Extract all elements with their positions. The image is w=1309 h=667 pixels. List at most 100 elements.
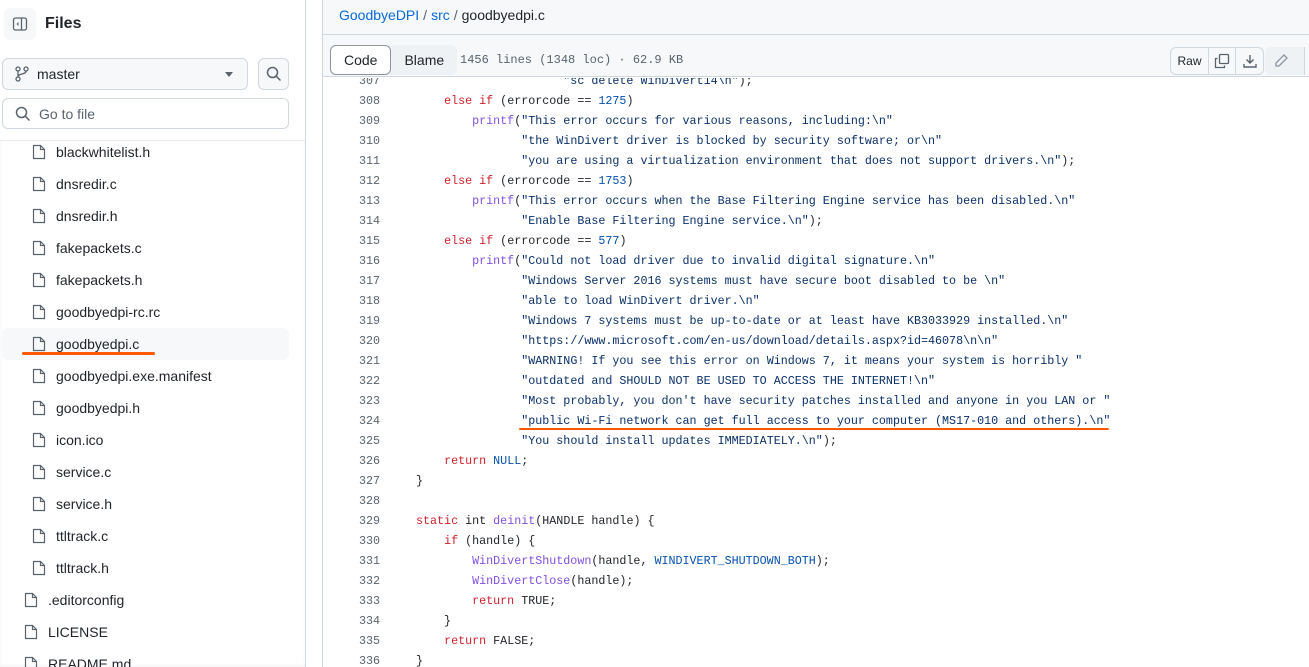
code-token: deinit: [493, 514, 536, 528]
line-number[interactable]: 318: [323, 291, 380, 311]
file-tree-item[interactable]: service.h: [2, 488, 289, 520]
code-line: 315 else if (errorcode == 577): [323, 231, 1309, 251]
code-token: ): [626, 94, 634, 108]
line-number[interactable]: 336: [323, 651, 380, 667]
file-tree-item[interactable]: goodbyedpi.h: [2, 392, 289, 424]
file-tree-item[interactable]: ttltrack.h: [2, 552, 289, 584]
line-number[interactable]: 313: [323, 191, 380, 211]
code-token: printf: [472, 254, 515, 268]
file-tree-item[interactable]: fakepackets.h: [2, 264, 289, 296]
line-number[interactable]: 312: [323, 171, 380, 191]
line-number[interactable]: 328: [323, 491, 380, 511]
file-name: service.h: [56, 496, 113, 512]
line-number[interactable]: 335: [323, 631, 380, 651]
file-tree-item[interactable]: goodbyedpi-rc.rc: [2, 296, 289, 328]
file-tree-item[interactable]: service.c: [2, 456, 289, 488]
go-to-file-input[interactable]: Go to file: [2, 98, 289, 129]
download-button[interactable]: [1236, 48, 1263, 74]
code-line: 332 WinDivertClose(handle);: [323, 571, 1309, 591]
collapse-sidebar-button[interactable]: [4, 8, 36, 40]
line-number[interactable]: 323: [323, 391, 380, 411]
file-tree-item[interactable]: LICENSE: [2, 616, 289, 648]
breadcrumb-dir-link[interactable]: src: [431, 7, 450, 23]
file-tree-item[interactable]: icon.ico: [2, 424, 289, 456]
file-tree-item[interactable]: blackwhitelist.h: [2, 141, 289, 168]
code-text: else if (errorcode == 1753): [416, 171, 633, 191]
file-icon: [32, 304, 46, 320]
line-number[interactable]: 331: [323, 551, 380, 571]
line-number[interactable]: 321: [323, 351, 380, 371]
code-text: printf("This error occurs for various re…: [416, 111, 893, 131]
code-token: "Could not load driver due to invalid di…: [521, 254, 936, 268]
file-icon: [32, 144, 46, 160]
file-tree-item[interactable]: goodbyedpi.c: [2, 328, 289, 360]
line-number[interactable]: 322: [323, 371, 380, 391]
line-number[interactable]: 308: [323, 91, 380, 111]
code-token: int: [458, 514, 494, 528]
line-number[interactable]: 333: [323, 591, 380, 611]
line-number[interactable]: 310: [323, 131, 380, 151]
branch-name: master: [37, 66, 80, 82]
code-line: 321 "WARNING! If you see this error on W…: [323, 351, 1309, 371]
code-text: "Windows Server 2016 systems must have s…: [416, 271, 1005, 291]
code-token: (HANDLE handle) {: [535, 514, 655, 528]
line-number[interactable]: 325: [323, 431, 380, 451]
branch-selector[interactable]: master: [2, 58, 248, 90]
file-icon: [32, 272, 46, 288]
edit-button[interactable]: [1265, 47, 1305, 75]
file-name: .editorconfig: [48, 592, 125, 608]
sidebar-header: Files: [4, 8, 81, 40]
file-tree-item[interactable]: dnsredir.c: [2, 168, 289, 200]
code-token: "https://www.microsoft.com/en-us/downloa…: [521, 334, 999, 348]
file-name: goodbyedpi.c: [56, 336, 140, 352]
line-number[interactable]: 315: [323, 231, 380, 251]
line-number[interactable]: 311: [323, 151, 380, 171]
search-button[interactable]: [258, 58, 289, 90]
code-token: "you are using a virtualization environm…: [521, 154, 1062, 168]
line-number[interactable]: 307: [323, 78, 380, 91]
file-tree-item[interactable]: dnsredir.h: [2, 200, 289, 232]
line-number[interactable]: 316: [323, 251, 380, 271]
file-info: 1456 lines (1348 loc) · 62.9 KB: [460, 53, 684, 67]
code-token: return: [444, 634, 487, 648]
file-tree-item[interactable]: goodbyedpi.exe.manifest: [2, 360, 289, 392]
file-tree-item[interactable]: fakepackets.c: [2, 232, 289, 264]
code-text: }: [416, 651, 423, 667]
line-number[interactable]: 330: [323, 531, 380, 551]
line-number[interactable]: 334: [323, 611, 380, 631]
file-icon: [24, 592, 38, 608]
file-tree-item[interactable]: ttltrack.c: [2, 520, 289, 552]
line-number[interactable]: 314: [323, 211, 380, 231]
code-token: );: [815, 554, 830, 568]
raw-button[interactable]: Raw: [1171, 48, 1209, 74]
code-token: "Most probably, you don't have security …: [521, 394, 1111, 408]
copy-button[interactable]: [1209, 48, 1236, 74]
annotation-underline: [22, 352, 155, 355]
code-token: return: [472, 594, 515, 608]
code-token: (handle,: [591, 554, 655, 568]
line-number[interactable]: 320: [323, 331, 380, 351]
tab-blame[interactable]: Blame: [391, 45, 457, 75]
line-number[interactable]: 309: [323, 111, 380, 131]
line-number[interactable]: 332: [323, 571, 380, 591]
tab-code[interactable]: Code: [330, 45, 392, 75]
file-tree-item[interactable]: .editorconfig: [2, 584, 289, 616]
line-number[interactable]: 326: [323, 451, 380, 471]
line-number[interactable]: 319: [323, 311, 380, 331]
file-icon: [32, 176, 46, 192]
line-number[interactable]: 329: [323, 511, 380, 531]
pencil-icon: [1275, 54, 1288, 67]
line-number[interactable]: 324: [323, 411, 380, 431]
code-text: "WARNING! If you see this error on Windo…: [416, 351, 1082, 371]
annotation-underline: [519, 428, 1109, 430]
view-mode-switch: Code Blame: [330, 45, 458, 75]
breadcrumb-repo-link[interactable]: GoodbyeDPI: [339, 7, 419, 23]
line-number[interactable]: 327: [323, 471, 380, 491]
line-number[interactable]: 317: [323, 271, 380, 291]
file-tree-item[interactable]: README.md: [2, 648, 289, 667]
